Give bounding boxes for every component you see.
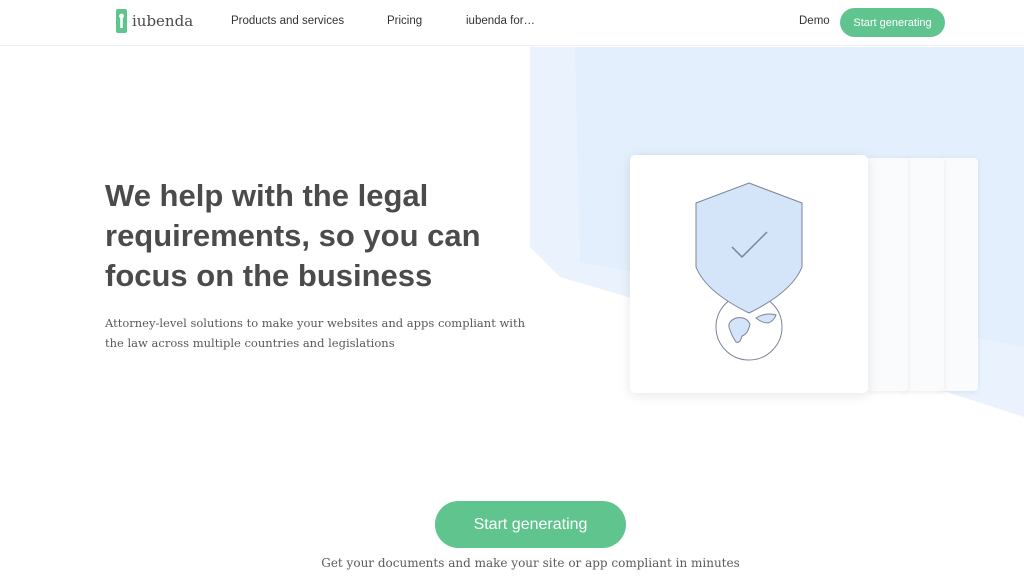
nav-iubenda-for[interactable]: iubenda for… <box>466 15 535 27</box>
start-generating-button[interactable]: Start generating <box>435 501 626 548</box>
header-start-generating-button[interactable]: Start generating <box>840 8 945 37</box>
keyhole-icon <box>116 9 127 33</box>
hero-title: We help with the legal requirements, so … <box>105 178 481 293</box>
document-card-back <box>902 158 944 391</box>
shield-check-globe-icon <box>695 182 803 361</box>
nav-pricing[interactable]: Pricing <box>387 15 422 27</box>
top-navigation-bar: iubenda Products and services Pricing iu… <box>0 0 1024 46</box>
iubenda-logo[interactable]: iubenda <box>116 8 193 34</box>
nav-demo[interactable]: Demo <box>799 15 830 27</box>
hero-illustration <box>620 148 990 403</box>
nav-products-and-services[interactable]: Products and services <box>231 15 344 27</box>
cta-caption: Get your documents and make your site or… <box>321 556 740 570</box>
brand-name: iubenda <box>132 12 194 30</box>
hero-subtitle: Attorney-level solutions to make your we… <box>105 316 526 350</box>
document-card-back <box>938 158 978 391</box>
document-card <box>630 155 868 393</box>
document-card-back <box>866 158 908 391</box>
